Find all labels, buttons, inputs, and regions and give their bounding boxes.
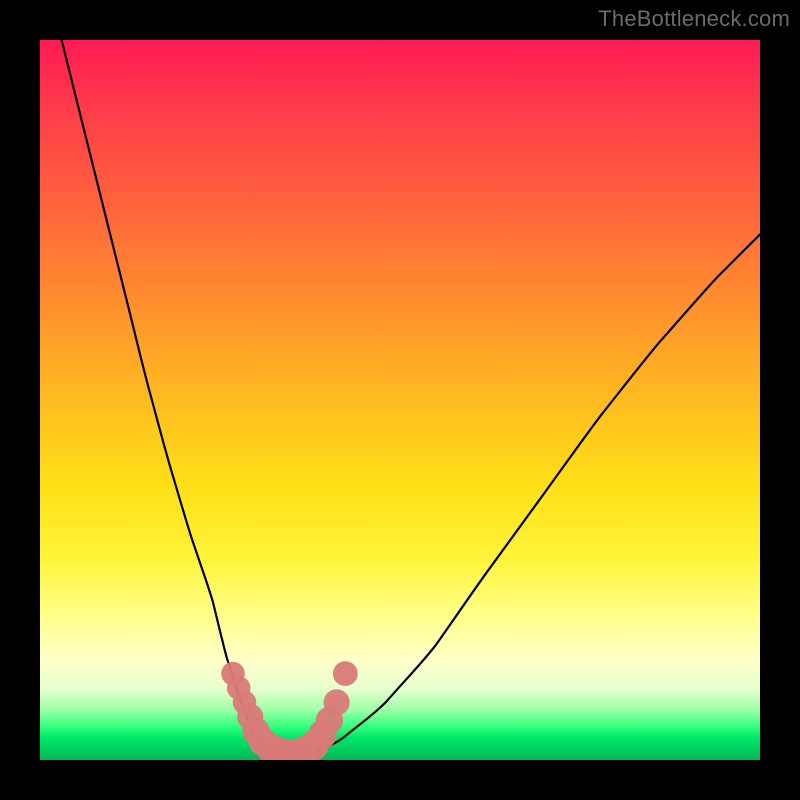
- plot-area: [40, 40, 760, 760]
- marker-dot: [324, 689, 350, 715]
- watermark-text: TheBottleneck.com: [598, 6, 790, 32]
- marker-dot: [333, 661, 358, 686]
- curve-layer: [40, 40, 760, 760]
- bottleneck-curve: [62, 40, 760, 756]
- curve-markers: [221, 661, 357, 760]
- chart-frame: TheBottleneck.com: [0, 0, 800, 800]
